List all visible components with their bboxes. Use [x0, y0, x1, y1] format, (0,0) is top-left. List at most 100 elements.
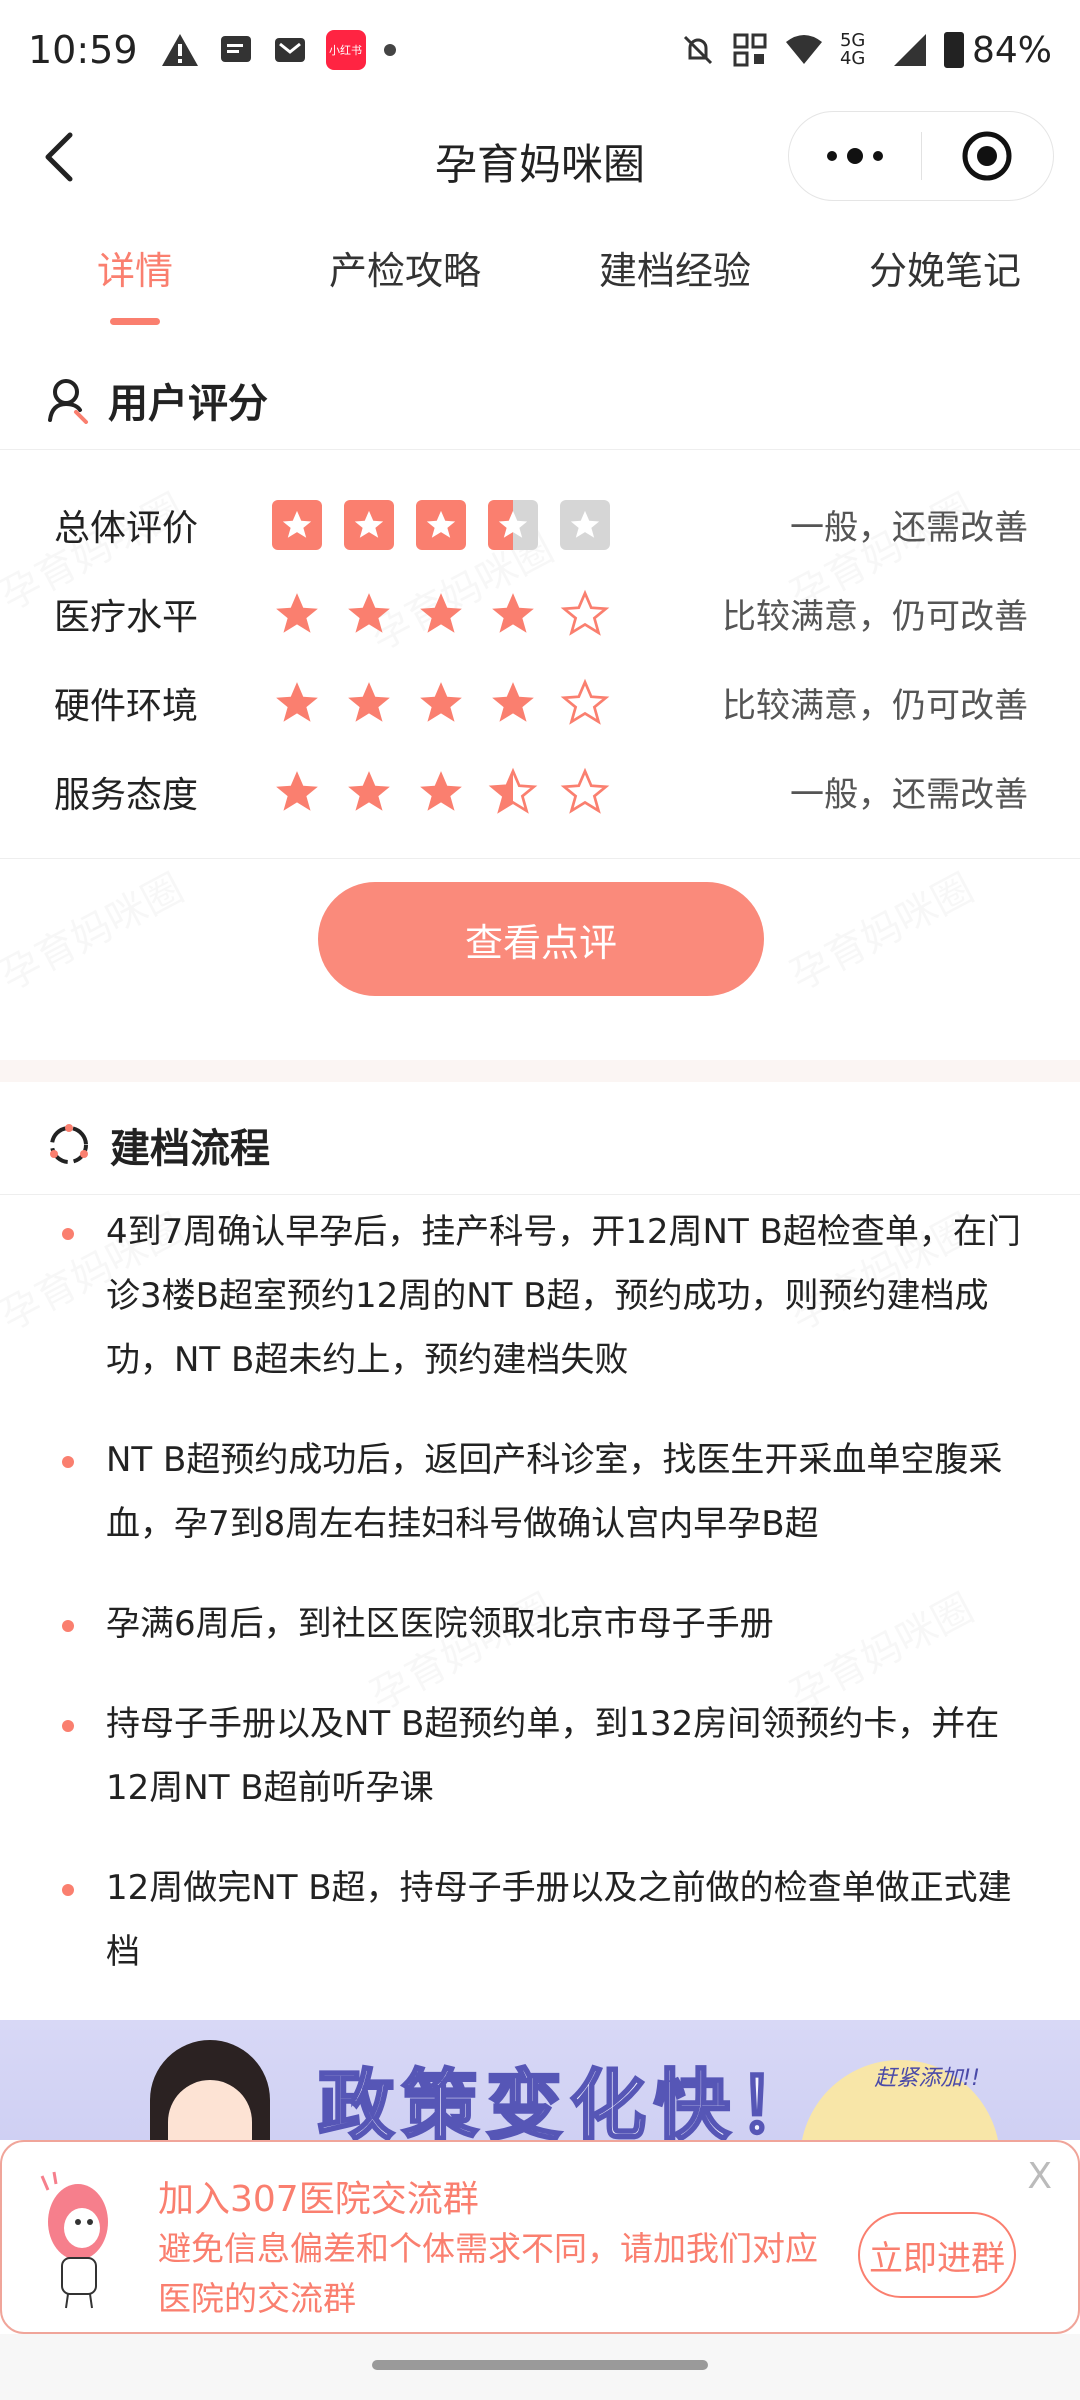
join-group-button[interactable]: 立即进群 — [858, 2212, 1016, 2298]
target-circle-icon — [962, 131, 1012, 181]
battery-indicator: 84% — [943, 29, 1052, 71]
battery-level: 84% — [971, 29, 1052, 71]
star-icon — [420, 681, 462, 722]
star-empty-icon — [560, 499, 610, 550]
tab-registration-experience[interactable]: 建档经验 — [540, 240, 810, 330]
more-menu-button[interactable] — [789, 112, 921, 200]
network-type: 5G 4G — [839, 30, 866, 69]
half-star-icon — [488, 499, 538, 550]
section-title: 建档流程 — [110, 1125, 270, 1172]
tab-delivery-notes[interactable]: 分娩笔记 — [810, 240, 1080, 330]
popup-description: 避免信息偏差和个体需求不同，请加我们对应医院的交流群 — [158, 2229, 818, 2318]
tab-details[interactable]: 详情 — [0, 240, 270, 330]
tab-bar: 详情 产检攻略 建档经验 分娩笔记 — [0, 240, 1080, 330]
rating-row-service: 服务态度 一般，还需改善 — [0, 747, 1080, 836]
mail-icon — [274, 38, 305, 62]
star-empty-icon — [560, 589, 610, 636]
rating-list: 总体评价 一般，还需改善 医疗水平 比较满意，仍可改善 硬件环境 比较满意，仍可… — [0, 480, 1080, 836]
more-dot-icon — [826, 151, 837, 161]
notification-icons: 小红书 — [160, 30, 396, 70]
list-item: 4到7周确认早孕后，挂产科号，开12周NT B超检查单，在门诊3楼B超室预约12… — [0, 1200, 1080, 1392]
close-popup-button[interactable]: X — [1027, 2156, 1052, 2197]
tab-label: 产检攻略 — [328, 249, 481, 293]
star-icon — [420, 592, 462, 633]
page: 孕育妈咪圈 孕育妈咪圈 孕育妈咪圈 孕育妈咪圈 孕育妈咪圈 孕育妈咪圈 孕育妈咪… — [0, 0, 1080, 2400]
star-empty-icon — [560, 767, 610, 814]
miniprogram-capsule — [788, 111, 1054, 201]
popup-title: 加入307医院交流群 — [158, 2179, 479, 2220]
rating-comment: 比较满意，仍可改善 — [722, 686, 1028, 726]
rating-divider — [0, 858, 1080, 859]
list-item: NT B超预约成功后，返回产科诊室，找医生开采血单空腹采血，孕7到8周左右挂妇科… — [0, 1428, 1080, 1556]
user-icon — [48, 378, 88, 424]
mascot-icon — [40, 2171, 108, 2309]
battery-icon — [943, 32, 964, 68]
rating-comment: 比较满意，仍可改善 — [722, 597, 1028, 637]
process-cycle-icon — [50, 1123, 88, 1164]
banner-person-image — [150, 2040, 270, 2140]
more-notifications-dot — [383, 44, 396, 56]
system-icons: 5G 4G 84% — [680, 30, 1052, 71]
view-reviews-button[interactable]: 查看点评 — [318, 882, 764, 996]
star-empty-icon — [560, 678, 610, 725]
banner-headline: 政策变化快！ — [317, 2060, 822, 2141]
tab-label: 详情 — [96, 249, 173, 293]
rating-row-medical: 医疗水平 比较满意，仍可改善 — [0, 569, 1080, 658]
list-item: 持母子手册以及NT B超预约单，到132房间领预约卡，并在12周NT B超前听孕… — [0, 1692, 1080, 1820]
star-icon — [344, 499, 394, 550]
rating-label: 医疗水平 — [54, 596, 199, 638]
watermark: 孕育妈咪圈 — [0, 856, 192, 1001]
warning-icon — [161, 34, 198, 66]
section-separator — [0, 1060, 1080, 1082]
wifi-icon — [785, 35, 822, 64]
star-icon — [348, 592, 390, 633]
close-miniprogram-button[interactable] — [922, 112, 1054, 200]
watermark: 孕育妈咪圈 — [778, 856, 982, 1001]
star-icon — [276, 770, 318, 811]
star-icon — [276, 681, 318, 722]
star-rating — [272, 589, 610, 639]
star-icon — [420, 770, 462, 811]
star-icon — [492, 592, 534, 633]
more-dot-icon — [872, 151, 883, 161]
star-rating — [272, 678, 610, 728]
promo-banner[interactable]: 政策变化快！ 赶紧添加!! — [0, 2020, 1080, 2140]
rating-label: 服务态度 — [54, 774, 199, 816]
star-rating — [272, 499, 610, 550]
star-icon — [348, 770, 390, 811]
half-star-icon — [488, 767, 538, 814]
tab-label: 分娩笔记 — [868, 249, 1021, 293]
list-item: 孕满6周后，到社区医院领取北京市母子手册 — [0, 1592, 1080, 1656]
star-icon — [348, 681, 390, 722]
active-tab-indicator — [110, 318, 160, 325]
rating-row-hardware: 硬件环境 比较满意，仍可改善 — [0, 658, 1080, 747]
rating-label: 硬件环境 — [54, 685, 199, 727]
star-icon — [492, 681, 534, 722]
more-dot-icon — [846, 148, 863, 164]
rating-label: 总体评价 — [54, 507, 199, 549]
user-rating-header: 用户评分 — [0, 350, 1080, 450]
star-rating — [272, 767, 610, 817]
rating-comment: 一般，还需改善 — [790, 775, 1028, 815]
home-indicator[interactable] — [372, 2360, 708, 2370]
signal-icon — [893, 34, 926, 66]
qr-code-icon — [733, 33, 767, 67]
status-bar: 10:59 小红书 5G 4G 84% — [0, 0, 1080, 100]
tab-prenatal-guide[interactable]: 产检攻略 — [270, 240, 540, 330]
registration-process-header: 建档流程 — [0, 1095, 1080, 1195]
section-title: 用户评分 — [108, 380, 268, 427]
tab-label: 建档经验 — [598, 249, 751, 293]
star-icon — [416, 499, 466, 550]
message-icon — [220, 36, 251, 62]
list-item: 12周做完NT B超，持母子手册以及之前做的检查单做正式建档 — [0, 1856, 1080, 1984]
star-icon — [272, 499, 322, 550]
rating-comment: 一般，还需改善 — [790, 508, 1028, 548]
xiaohongshu-app-icon: 小红书 — [325, 30, 366, 70]
nav-bar: 孕育妈咪圈 — [0, 105, 1080, 205]
process-list: 4到7周确认早孕后，挂产科号，开12周NT B超检查单，在门诊3楼B超室预约12… — [0, 1200, 1080, 2020]
status-time: 10:59 — [28, 28, 138, 72]
rating-row-overall: 总体评价 一般，还需改善 — [0, 480, 1080, 569]
mute-bell-icon — [683, 35, 713, 65]
banner-tag: 赶紧添加!! — [874, 2066, 980, 2091]
join-group-popup: 加入307医院交流群 避免信息偏差和个体需求不同，请加我们对应医院的交流群 立即… — [0, 2140, 1080, 2334]
